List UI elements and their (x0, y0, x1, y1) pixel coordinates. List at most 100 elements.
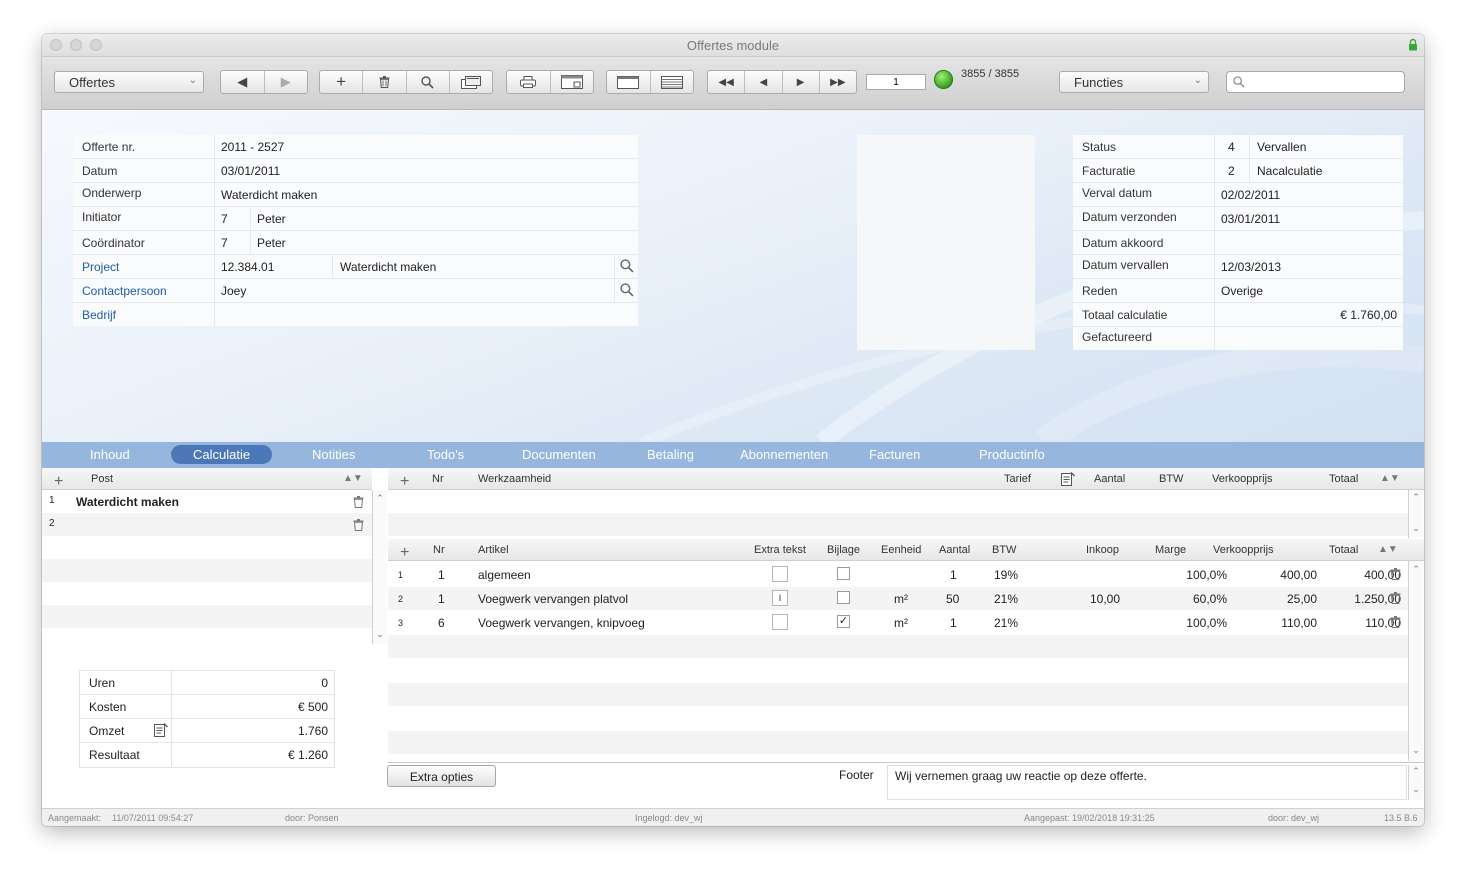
tab-documenten[interactable]: Documenten (522, 447, 596, 462)
table-row[interactable]: 2 1 Voegwerk vervangen platvol I m² 50 2… (388, 587, 1408, 610)
duplicate-record-button[interactable] (450, 71, 492, 93)
add-werk-button[interactable]: + (400, 473, 409, 491)
tab-productinfo[interactable]: Productinfo (979, 447, 1045, 462)
note-edit-icon[interactable] (154, 723, 168, 737)
project-lookup-search-icon[interactable] (620, 259, 634, 273)
scroll-up-icon[interactable]: ⌃ (1409, 564, 1423, 575)
tab-calculatie[interactable]: Calculatie (171, 445, 273, 464)
tab-betaling[interactable]: Betaling (647, 447, 694, 462)
row-offerte-nr: Offerte nr. 2011 - 2527 (73, 135, 638, 159)
print-button[interactable] (507, 71, 551, 93)
sort-arrows-icon[interactable]: ▲▼ (1378, 544, 1398, 555)
scroll-up-icon[interactable]: ⌃ (1409, 766, 1423, 777)
footer-textarea[interactable]: Wij vernemen graag uw reactie op deze of… (887, 765, 1407, 800)
prev-record-button[interactable]: ◀ (745, 71, 783, 93)
extra-tekst-box[interactable] (772, 614, 788, 630)
module-select[interactable]: Offertes ⌄ (54, 71, 204, 93)
contactpersoon-field[interactable]: Joey (221, 284, 246, 298)
tab-inhoud[interactable]: Inhoud (90, 447, 130, 462)
list-view-button[interactable] (651, 71, 694, 93)
werk-scrollbar[interactable]: ⌃ ⌄ (1408, 490, 1423, 538)
trash-icon[interactable] (1390, 568, 1401, 580)
bijlage-checkbox[interactable] (837, 567, 850, 580)
post-nr: 1 (49, 495, 55, 506)
trash-icon[interactable] (1390, 592, 1401, 604)
trash-icon[interactable] (353, 496, 364, 508)
scroll-down-icon[interactable]: ⌄ (1409, 523, 1423, 534)
datum-vervallen-field[interactable]: 12/03/2013 (1221, 260, 1281, 274)
tab-abonnementen[interactable]: Abonnementen (740, 447, 828, 462)
summary-resultaat: Resultaat € 1.260 (80, 743, 334, 767)
tab-notities[interactable]: Notities (312, 447, 355, 462)
extra-opties-button[interactable]: Extra opties (387, 765, 496, 787)
posts-scrollbar[interactable]: ⌃ ⌄ (372, 490, 387, 644)
scroll-down-icon[interactable]: ⌄ (373, 629, 387, 640)
functions-select[interactable]: Functies ⌄ (1059, 71, 1209, 93)
contactpersoon-link[interactable]: Contactpersoon (82, 284, 167, 298)
status-id-field[interactable]: 4 (1228, 140, 1235, 154)
find-button[interactable] (407, 71, 450, 93)
bijlage-checkbox[interactable] (837, 591, 850, 604)
list-item[interactable]: 1 Waterdicht maken (42, 490, 372, 513)
next-record-button[interactable]: ▶ (783, 71, 820, 93)
note-edit-icon[interactable] (1061, 472, 1075, 486)
bijlage-checkbox[interactable]: ✓ (837, 615, 850, 628)
trash-icon[interactable] (353, 519, 364, 531)
delete-record-button[interactable] (363, 71, 407, 93)
back-button[interactable]: ◀ (221, 71, 265, 93)
aangemaakt-label: Aangemaakt: (48, 813, 102, 823)
scroll-up-icon[interactable]: ⌃ (373, 493, 387, 504)
search-field[interactable] (1226, 71, 1405, 93)
verval-datum-field[interactable]: 02/02/2011 (1221, 188, 1280, 202)
table-row[interactable]: 1 1 algemeen 1 19% 100,0% 400,00 400,00 (388, 563, 1408, 586)
form-view-button[interactable] (607, 71, 651, 93)
artikel-scrollbar[interactable]: ⌃ ⌄ (1408, 561, 1423, 761)
add-post-button[interactable]: + (54, 473, 63, 491)
summary-divider (171, 695, 172, 718)
offerte-nr-value[interactable]: 2011 - 2527 (221, 140, 284, 154)
add-artikel-button[interactable]: + (400, 544, 409, 562)
scroll-down-icon[interactable]: ⌄ (1409, 745, 1423, 756)
print-preview-button[interactable] (551, 71, 594, 93)
status-light-icon (934, 70, 953, 89)
extra-tekst-box[interactable]: I (772, 590, 788, 606)
scroll-down-icon[interactable]: ⌄ (1409, 784, 1423, 795)
coordinator-name: Peter (257, 236, 286, 250)
last-record-button[interactable]: ▶▶ (820, 71, 856, 93)
footer-scrollbar[interactable]: ⌃ ⌄ (1408, 765, 1423, 800)
marge-value: 100,0% (1186, 568, 1227, 582)
datum-verzonden-field[interactable]: 03/01/2011 (1221, 212, 1280, 226)
btw-value: 21% (994, 592, 1019, 606)
extra-tekst-box[interactable] (772, 566, 788, 582)
kosten-label: Kosten (89, 700, 127, 714)
contact-lookup-search-icon[interactable] (620, 283, 634, 297)
tab-facturen[interactable]: Facturen (869, 447, 920, 462)
scroll-up-icon[interactable]: ⌃ (1409, 492, 1423, 503)
forward-button[interactable]: ▶ (265, 71, 308, 93)
bedrijf-link[interactable]: Bedrijf (82, 308, 116, 322)
table-row[interactable]: 3 6 Voegwerk vervangen, knipvoeg ✓ m² 1 … (388, 611, 1408, 634)
image-placeholder[interactable] (857, 135, 1035, 350)
sort-arrows-icon[interactable]: ▲▼ (343, 473, 363, 484)
facturatie-id-divider (1249, 159, 1250, 182)
search-icon (421, 75, 434, 89)
facturatie-id-field[interactable]: 2 (1228, 164, 1235, 178)
project-code-field[interactable]: 12.384.01 (221, 260, 274, 274)
onderwerp-field[interactable]: Waterdicht maken (221, 188, 317, 202)
reden-field[interactable]: Overige (1221, 284, 1263, 298)
list-item[interactable]: 2 (42, 513, 372, 536)
first-record-icon: ◀◀ (718, 76, 734, 88)
tab-todos[interactable]: Todo's (427, 447, 464, 462)
first-record-button[interactable]: ◀◀ (708, 71, 746, 93)
post-column-header[interactable]: Post (91, 473, 113, 485)
initiator-id-field[interactable]: 7 (221, 212, 228, 226)
sort-arrows-icon[interactable]: ▲▼ (1380, 473, 1400, 484)
new-record-button[interactable]: + (320, 71, 364, 93)
project-link[interactable]: Project (82, 260, 119, 274)
coordinator-id-field[interactable]: 7 (221, 236, 228, 250)
search-input[interactable] (1249, 74, 1403, 92)
functions-select-value: Functies (1074, 75, 1124, 90)
datum-field[interactable]: 03/01/2011 (221, 164, 280, 178)
record-number-input[interactable] (866, 74, 926, 90)
trash-icon[interactable] (1390, 616, 1401, 628)
